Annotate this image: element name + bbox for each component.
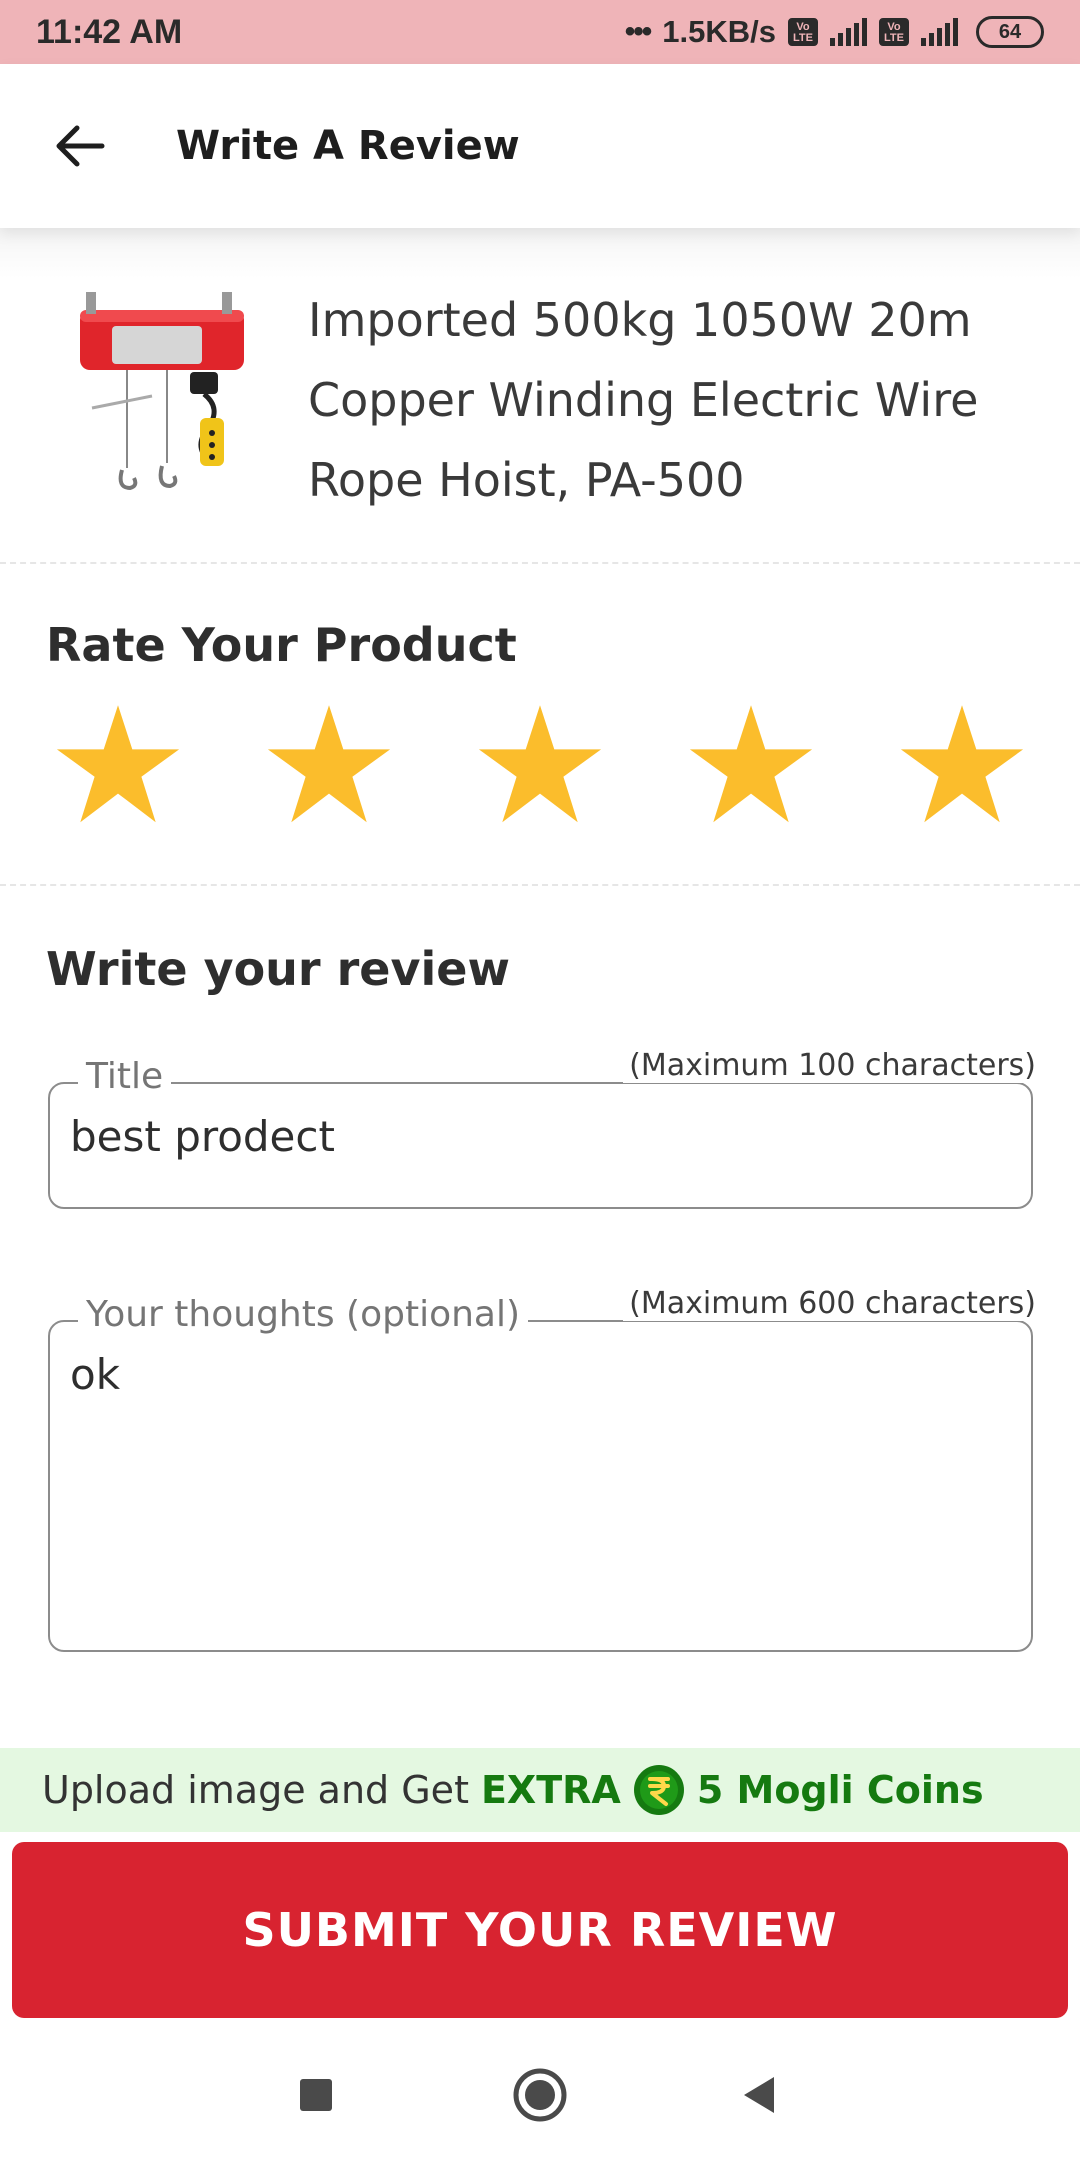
network-speed: 1.5KB/s [662,14,776,49]
star-2-icon[interactable] [264,700,394,830]
title-field-label: Title [78,1056,172,1097]
star-rating[interactable] [0,700,1080,830]
promo-extra: EXTRA [480,1768,621,1812]
system-nav-bar [0,2030,1080,2160]
signal-icon [830,18,867,46]
recents-button[interactable] [281,2060,351,2130]
circle-icon [513,2068,567,2122]
home-button[interactable] [505,2060,575,2130]
signal-4g-icon [921,18,958,46]
divider [0,562,1080,564]
submit-review-button[interactable]: SUBMIT YOUR REVIEW [12,1842,1068,2018]
square-icon [300,2079,332,2111]
page-title: Write A Review [176,123,520,169]
star-5-icon[interactable] [897,700,1027,830]
notification-dots: ••• [624,15,652,48]
thoughts-input-value[interactable]: ok [70,1350,120,1399]
product-name: Imported 500kg 1050W 20m Copper Winding … [308,293,979,507]
star-3-icon[interactable] [475,700,605,830]
battery-icon: 64 [976,16,1044,48]
volte-icon-2: Vo LTE [879,18,909,46]
product-hoist-image [72,288,252,498]
rupee-coin-icon [633,1765,684,1815]
back-button[interactable] [40,106,120,186]
title-input-value[interactable]: best prodect [70,1112,335,1161]
review-heading: Write your review [46,942,510,996]
volte-icon: Vo LTE [788,18,818,46]
nav-back-button[interactable] [725,2060,795,2130]
status-bar: 11:42 AM ••• 1.5KB/s Vo LTE Vo LTE 64 [0,0,1080,64]
promo-text: Upload image and Get [42,1768,469,1812]
thoughts-field-label: Your thoughts (optional) [78,1294,529,1335]
thoughts-max-note: (Maximum 600 characters) [623,1286,1036,1321]
rating-heading: Rate Your Product [46,618,517,672]
star-4-icon[interactable] [686,700,816,830]
status-time: 11:42 AM [36,12,183,51]
upload-image-promo[interactable]: Upload image and Get EXTRA 5 Mogli Coins [0,1748,1080,1832]
triangle-back-icon [744,2077,774,2113]
divider [0,884,1080,886]
status-indicators: ••• 1.5KB/s Vo LTE Vo LTE 64 [625,14,1044,50]
arrow-left-icon [56,125,105,167]
star-1-icon[interactable] [53,700,183,830]
title-max-note: (Maximum 100 characters) [623,1048,1036,1083]
product-summary: Imported 500kg 1050W 20m Copper Winding … [0,270,1080,562]
thoughts-field[interactable] [48,1320,1033,1652]
app-header: Write A Review [0,64,1080,228]
promo-coins: 5 Mogli Coins [696,1768,984,1812]
